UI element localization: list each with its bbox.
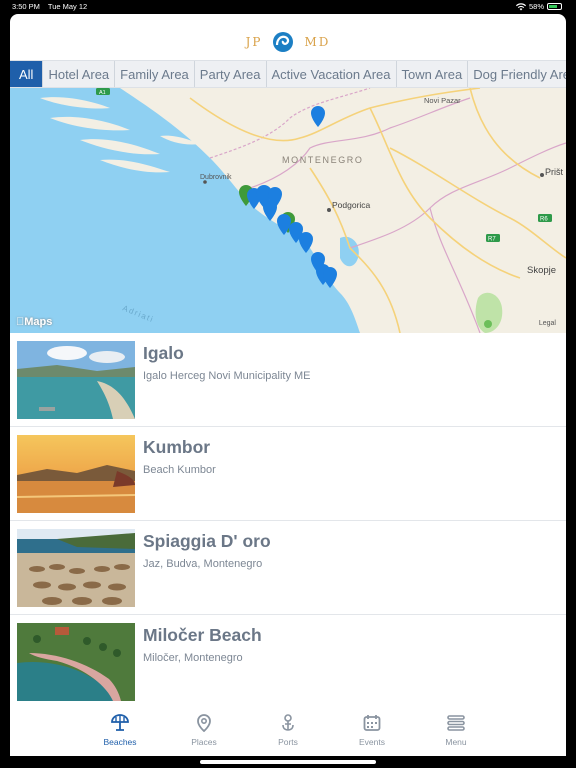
maps-brand: Maps <box>16 316 52 328</box>
tab-beaches[interactable]: Beaches <box>78 704 162 756</box>
location-pin-icon <box>197 714 211 733</box>
list-item[interactable]: Spiaggia D' oro Jaz, Budva, Montenegro <box>10 521 566 615</box>
tab-family-area[interactable]: Family Area <box>115 61 195 87</box>
tab-town-area[interactable]: Town Area <box>397 61 469 87</box>
tab-events-label: Events <box>359 737 385 747</box>
logo-text-left: JP <box>245 35 263 49</box>
map-label-novi-pazar: Novi Pazar <box>424 96 461 105</box>
tab-hotel-area[interactable]: Hotel Area <box>43 61 116 87</box>
map-label-podgorica: Podgorica <box>332 200 371 210</box>
status-date: Tue May 12 <box>47 2 88 11</box>
beach-subtitle: Jaz, Budva, Montenegro <box>143 558 263 570</box>
wave-logo-icon <box>273 32 294 52</box>
tab-places[interactable]: Places <box>162 704 246 756</box>
list-item[interactable]: Miločer Beach Miločer, Montenegro <box>10 615 566 709</box>
beach-thumbnail <box>17 529 135 607</box>
tab-events[interactable]: Events <box>330 704 414 756</box>
app-window: JP MD All Hotel Area Family Area Party A… <box>10 14 566 756</box>
road-label-r6: R6 <box>540 217 548 223</box>
beach-list: Igalo Igalo Herceg Novi Municipality ME … <box>10 333 566 709</box>
tab-menu[interactable]: Menu <box>414 704 498 756</box>
tab-beaches-label: Beaches <box>103 737 137 747</box>
map-label-pristina: Prišt <box>545 167 563 177</box>
tab-places-label: Places <box>191 737 217 747</box>
wifi-icon <box>515 2 526 10</box>
beach-subtitle: Igalo Herceg Novi Municipality ME <box>143 370 311 382</box>
beach-thumbnail <box>17 341 135 419</box>
tab-party-area[interactable]: Party Area <box>195 61 267 87</box>
tab-active-vacation-area[interactable]: Active Vacation Area <box>267 61 397 87</box>
map-label-dubrovnik: Dubrovnik <box>200 174 232 181</box>
umbrella-icon <box>111 714 129 731</box>
calendar-icon <box>363 715 381 731</box>
road-label-r7: R7 <box>488 237 496 243</box>
tab-ports-label: Ports <box>278 737 298 747</box>
tab-menu-label: Menu <box>445 737 467 747</box>
tab-dog-friendly-area[interactable]: Dog Friendly Area <box>468 61 566 87</box>
category-tabs: All Hotel Area Family Area Party Area Ac… <box>10 60 566 88</box>
tab-ports[interactable]: Ports <box>246 704 330 756</box>
beach-title: Spiaggia D' oro <box>143 531 271 551</box>
beach-thumbnail <box>17 435 135 513</box>
menu-icon <box>447 715 465 731</box>
map-legal-link[interactable]: Legal <box>539 320 556 327</box>
beach-thumbnail <box>17 623 135 701</box>
bottom-tab-bar: Beaches Places Ports Events Menu <box>10 704 566 756</box>
beach-subtitle: Beach Kumbor <box>143 464 216 476</box>
home-indicator[interactable] <box>200 760 376 764</box>
road-label-a1: A1 <box>99 90 106 96</box>
beach-map[interactable]: A1 R6 R7 MONTENEGRO Novi Pazar Dubrovnik… <box>10 88 566 333</box>
map-label-montenegro: MONTENEGRO <box>282 155 364 165</box>
status-bar: 3:50 PM Tue May 12 58% <box>0 0 576 13</box>
beach-title: Igalo <box>143 343 184 363</box>
battery-icon <box>547 3 562 10</box>
beach-title: Kumbor <box>143 437 211 457</box>
anchor-pin-icon <box>282 714 294 731</box>
tab-all[interactable]: All <box>10 61 44 87</box>
logo-text-right: MD <box>304 35 331 49</box>
list-item[interactable]: Igalo Igalo Herceg Novi Municipality ME <box>10 333 566 427</box>
app-logo: JP MD <box>10 30 566 54</box>
list-item[interactable]: Kumbor Beach Kumbor <box>10 427 566 521</box>
map-label-skopje: Skopje <box>527 265 556 276</box>
battery-percent: 58% <box>528 2 544 11</box>
status-time: 3:50 PM <box>12 2 40 11</box>
map-canvas: A1 R6 R7 MONTENEGRO Novi Pazar Dubrovnik… <box>10 88 566 333</box>
beach-subtitle: Miločer, Montenegro <box>143 652 243 664</box>
beach-title: Miločer Beach <box>143 625 262 645</box>
